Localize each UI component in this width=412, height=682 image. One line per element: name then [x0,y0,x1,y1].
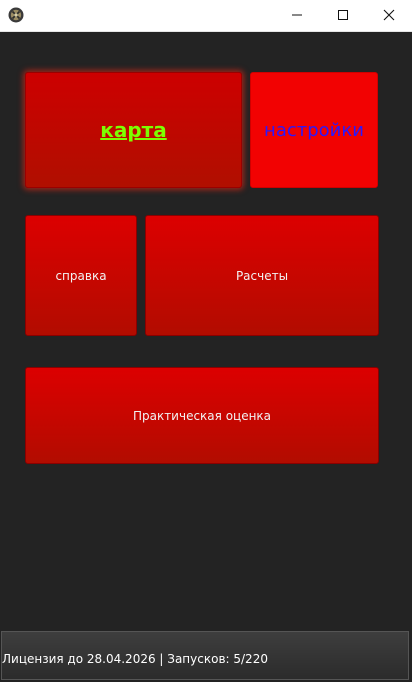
map-button[interactable]: карта [25,72,242,188]
close-icon [383,6,395,25]
main-menu-panel: карта настройки справка Расчеты Практиче… [0,32,412,630]
practical-assessment-button[interactable]: Практическая оценка [25,367,379,464]
title-bar[interactable] [0,0,412,32]
maximize-icon [337,6,349,25]
license-status-text: Лицензия до 28.04.2026 | Запусков: 5/220 [2,652,268,666]
app-emblem-icon [8,7,24,23]
close-button[interactable] [366,0,412,31]
settings-button[interactable]: настройки [250,72,378,188]
minimize-button[interactable] [274,0,320,31]
status-bar: Лицензия до 28.04.2026 | Запусков: 5/220 [1,631,409,680]
maximize-button[interactable] [320,0,366,31]
minimize-icon [291,6,303,25]
settings-button-label: настройки [264,119,364,141]
app-window: карта настройки справка Расчеты Практиче… [0,0,412,682]
help-button[interactable]: справка [25,215,137,336]
calculations-button-label: Расчеты [235,268,289,283]
map-button-label: карта [100,118,167,142]
calculations-button[interactable]: Расчеты [145,215,379,336]
help-button-label: справка [55,268,107,283]
practical-assessment-button-label: Практическая оценка [132,408,272,423]
